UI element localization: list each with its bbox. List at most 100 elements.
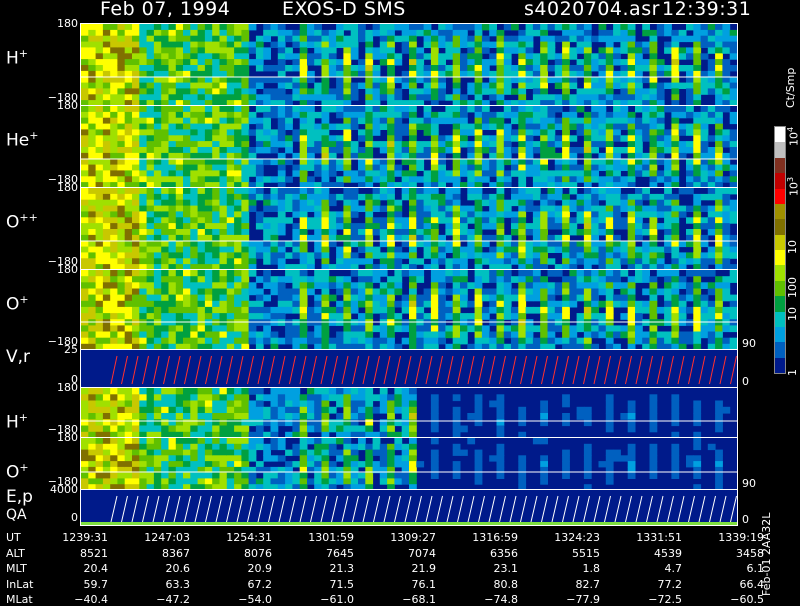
ephem-ut-value: 1316:59 [454,531,518,544]
panel-7-image [81,490,737,526]
ephem-alt-value: 7074 [372,547,436,560]
panel-5-ymax: 180 [57,381,78,394]
colorbar-tick: 1 [786,369,799,376]
colorbar-step [775,204,785,219]
ephem-alt-value: 8367 [126,547,190,560]
panel-5 [80,387,738,438]
panel-4-right-tick: 0 [742,375,749,388]
colorbar-step [775,158,785,173]
panel-0-species: H [6,49,19,69]
ephem-mlt-value: 4.7 [618,562,682,575]
panel-4-ymax: 25 [64,343,78,356]
colorbar-step [775,265,785,280]
ephem-ut-value: 1331:51 [618,531,682,544]
panel-6-label: O+ [6,461,29,483]
colorbar-tick: 10 [786,240,799,254]
colorbar-step [775,342,785,357]
ephem-ut-value: 1247:03 [126,531,190,544]
ephem-ut-value: 1301:59 [290,531,354,544]
panel-1-ymax: 180 [57,99,78,112]
colorbar-step [775,296,785,311]
panel-3-ymax: 180 [57,263,78,276]
panel-6-charge: + [19,461,28,474]
colorbar-step [775,250,785,265]
panel-5-species: H [6,413,19,433]
instrument-name: EXOS-D SMS [282,0,406,20]
ephem-ut-value: 1324:23 [536,531,600,544]
ephem-ut-value: 1339:19 [700,531,764,544]
colorbar-step [775,281,785,296]
panel-5-charge: + [19,411,28,424]
plot-time: 12:39:31 [662,0,751,20]
ephem-inlat-value: 82.7 [536,578,600,591]
panel-2 [80,187,738,270]
ephem-mlt-value: 21.9 [372,562,436,575]
panel-7-ymin: 0 [71,511,78,524]
ephem-mlt-value: 20.6 [126,562,190,575]
colorbar-step [775,127,785,142]
colorbar-step [775,358,785,373]
panel-1-charge: + [29,129,38,142]
ephem-alt-value: 3458 [700,547,764,560]
ephem-ut-value: 1254:31 [208,531,272,544]
ephem-alt-value: 8521 [44,547,108,560]
panel-6-species: O [6,463,19,483]
plot-date: Feb 07, 1994 [100,0,230,20]
ephem-inlat-value: 80.8 [454,578,518,591]
colorbar-step [775,173,785,188]
panel-5-image [81,388,737,438]
panel-7-ymax: 4000 [50,483,78,496]
panel-2-ymax: 180 [57,181,78,194]
footer-code: Feb-01 2AA32L [760,513,773,596]
panel-4 [80,349,738,388]
panel-3-label: O+ [6,293,29,315]
panel-0-ymax: 180 [57,17,78,30]
panel-6 [80,437,738,490]
panel-3-image [81,270,737,350]
colorbar-step [775,312,785,327]
ephem-mlt-value: 20.9 [208,562,272,575]
panel-4-label: V,r [6,347,30,367]
ephem-inlat-value: 76.1 [372,578,436,591]
colorbar-unit: Ct/Smp [784,68,797,108]
ephem-alt-value: 5515 [536,547,600,560]
panel-3-right-tick: 90 [742,337,756,350]
colorbar [774,126,786,374]
ephem-label-alt: ALT [6,547,25,560]
panel-3 [80,269,738,350]
panel-0 [80,23,738,106]
file-name: s4020704.asr [524,0,660,20]
ephem-mlt-value: 21.3 [290,562,354,575]
panel-7 [80,489,738,526]
panel-6-right-tick: 90 [742,477,756,490]
panel-1-species: He [6,131,29,151]
ephem-alt-value: 6356 [454,547,518,560]
ephem-inlat-value: 77.2 [618,578,682,591]
ephem-mlt-value: 6.1 [700,562,764,575]
ephem-inlat-value: 67.2 [208,578,272,591]
colorbar-tick: 100 [786,277,799,298]
ephem-inlat-value: 63.3 [126,578,190,591]
ephem-ut-value: 1239:31 [44,531,108,544]
ephem-label-inlat: InLat [6,578,33,591]
ephem-mlt-value: 23.1 [454,562,518,575]
panel-6-image [81,438,737,490]
colorbar-step [775,235,785,250]
colorbar-step [775,327,785,342]
panel-4-species: V,r [6,347,30,367]
ephem-alt-value: 7645 [290,547,354,560]
ephem-mlt-value: 1.8 [536,562,600,575]
panel-1-image [81,106,737,188]
colorbar-step [775,142,785,157]
panel-1-label: He+ [6,129,38,151]
panel-2-label: O++ [6,211,38,233]
panel-2-image [81,188,737,270]
ephem-alt-value: 8076 [208,547,272,560]
ephem-inlat-value: 66.4 [700,578,764,591]
ephem-label-ut: UT [6,531,21,544]
panel-7-species: E,p [6,487,33,507]
panel-2-species: O [6,213,19,233]
panel-2-charge: ++ [19,211,37,224]
colorbar-tick: 10 [786,307,799,321]
ephem-ut-value: 1309:27 [372,531,436,544]
